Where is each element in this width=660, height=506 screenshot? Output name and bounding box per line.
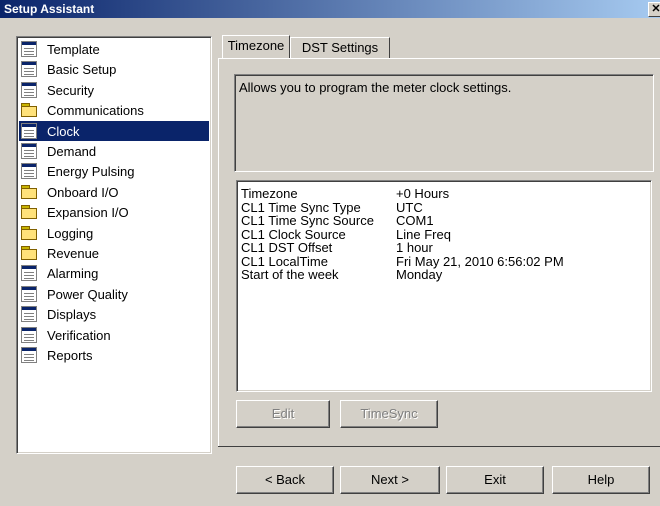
- folder-icon: [21, 184, 37, 200]
- tree-item-label: Basic Setup: [47, 62, 117, 78]
- tree-item-label: Reports: [47, 348, 93, 363]
- property-name: CL1 Time Sync Source: [241, 213, 374, 228]
- tree-item-verification[interactable]: Verification: [19, 325, 209, 345]
- tree-item-onboard-i-o[interactable]: Onboard I/O: [19, 182, 209, 202]
- property-name: Timezone: [241, 186, 298, 201]
- tree-item-alarming[interactable]: Alarming: [19, 263, 209, 283]
- tree-item-template[interactable]: Template: [19, 39, 209, 59]
- document-icon: [21, 347, 37, 363]
- tree-item-label: Clock: [47, 123, 80, 139]
- tree-item-label: Verification: [47, 327, 111, 343]
- property-value: +0 Hours: [396, 186, 450, 201]
- tree-item-displays[interactable]: Displays: [19, 304, 209, 324]
- property-value: COM1: [396, 213, 434, 228]
- exit-button[interactable]: Exit: [446, 466, 544, 494]
- document-icon: [21, 81, 37, 98]
- tree-item-basic-setup[interactable]: Basic Setup: [19, 59, 209, 79]
- tree-item-clock[interactable]: Clock: [19, 120, 209, 141]
- tree-item-security[interactable]: Security: [19, 80, 209, 100]
- document-icon: [21, 61, 37, 78]
- description-box: Allows you to program the meter clock se…: [234, 74, 654, 172]
- tab-timezone-label: Timezone: [227, 38, 285, 53]
- tree-item-label: Demand: [47, 144, 97, 159]
- folder-icon: [21, 102, 37, 118]
- document-icon: [21, 122, 37, 139]
- close-icon[interactable]: ✕: [648, 2, 660, 17]
- back-button[interactable]: < Back: [236, 466, 334, 494]
- tree-item-expansion-i-o[interactable]: Expansion I/O: [19, 202, 209, 222]
- tree-item-demand[interactable]: Demand: [19, 141, 209, 161]
- property-name: Start of the week: [241, 267, 339, 282]
- description-text: Allows you to program the meter clock se…: [239, 80, 512, 95]
- tree-item-label: Expansion I/O: [47, 205, 129, 221]
- property-name: CL1 DST Offset: [241, 240, 333, 255]
- document-icon: [21, 306, 37, 323]
- document-icon: [21, 143, 37, 159]
- tree-item-energy-pulsing[interactable]: Energy Pulsing: [19, 161, 209, 181]
- tree-item-logging[interactable]: Logging: [19, 223, 209, 243]
- tree-item-label: Communications: [47, 103, 144, 119]
- tab-dst-settings-label: DST Settings: [301, 40, 379, 55]
- tree-item-reports[interactable]: Reports: [19, 345, 209, 365]
- properties-list[interactable]: Timezone +0 Hours CL1 Time Sync Type UTC CL1…: [236, 180, 652, 392]
- edit-button[interactable]: Edit: [236, 400, 330, 428]
- property-value: 1 hour: [396, 240, 433, 255]
- document-icon: [21, 41, 37, 57]
- tree-item-power-quality[interactable]: Power Quality: [19, 284, 209, 304]
- document-icon: [21, 285, 37, 302]
- document-icon: [21, 163, 37, 180]
- tree-item-label: Revenue: [47, 246, 100, 261]
- timesync-button[interactable]: TimeSync: [340, 400, 438, 428]
- setup-tree[interactable]: Template Basic Setup Security Communication…: [16, 36, 212, 454]
- tree-item-label: Energy Pulsing: [47, 164, 135, 180]
- help-button[interactable]: Help: [552, 466, 650, 494]
- tree-item-label: Onboard I/O: [47, 184, 119, 200]
- tab-timezone[interactable]: Timezone: [222, 35, 290, 58]
- document-icon: [21, 265, 37, 282]
- document-icon: [21, 326, 37, 343]
- window-title: Setup Assistant: [4, 2, 95, 16]
- tree-item-revenue[interactable]: Revenue: [19, 243, 209, 263]
- tree-item-label: Power Quality: [47, 286, 128, 302]
- tree-item-label: Logging: [47, 225, 94, 241]
- property-value: Monday: [396, 267, 443, 282]
- tree-item-label: Template: [47, 42, 100, 57]
- title-bar: Setup Assistant ✕: [0, 0, 660, 18]
- tab-dst-settings[interactable]: DST Settings: [290, 37, 390, 58]
- panel-left-border: [218, 58, 219, 447]
- panel-top-border: [218, 58, 660, 59]
- folder-icon: [21, 225, 37, 241]
- folder-icon: [21, 204, 37, 220]
- tree-item-communications[interactable]: Communications: [19, 100, 209, 120]
- tree-item-label: Alarming: [47, 266, 99, 282]
- tree-item-label: Security: [47, 82, 94, 98]
- next-button[interactable]: Next >: [340, 466, 440, 494]
- tree-item-label: Displays: [47, 307, 97, 323]
- folder-icon: [21, 245, 37, 261]
- panel-bottom-border: [218, 446, 660, 447]
